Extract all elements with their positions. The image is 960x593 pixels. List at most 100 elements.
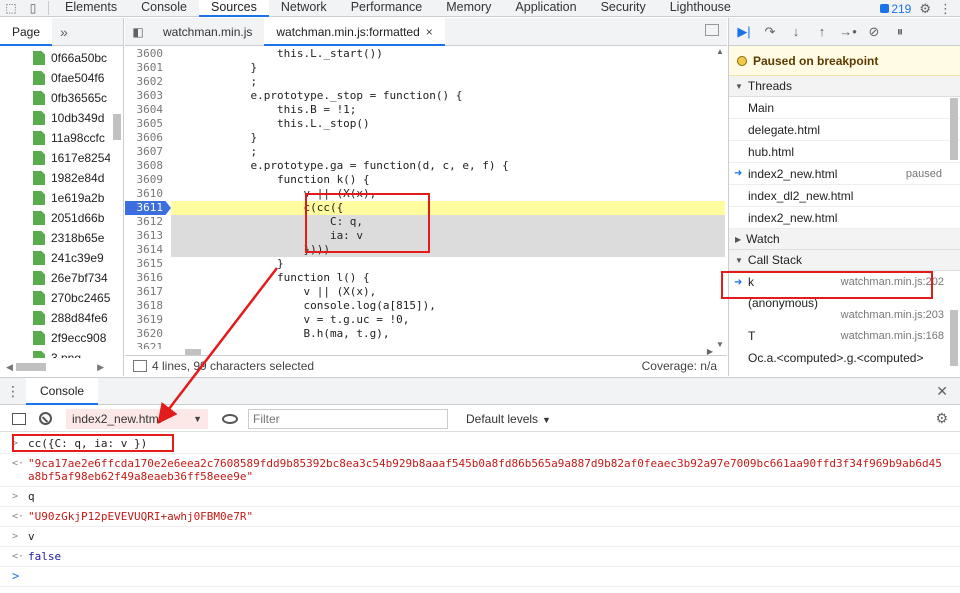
settings-gear-icon[interactable]: ⚙ (919, 1, 931, 17)
tab-page[interactable]: Page (0, 17, 53, 46)
line-number[interactable]: 3608 (125, 159, 171, 173)
code-line[interactable]: 3608 e.prototype.ga = function(d, c, e, … (125, 159, 725, 173)
callstack-frame[interactable]: ➜ k watchman.min.js:202 (729, 271, 960, 293)
code-line[interactable]: 3605 this.L._stop() (125, 117, 725, 131)
code-line[interactable]: 3616 function l() { (125, 271, 725, 285)
file-item[interactable]: 0fae504f6 (0, 68, 110, 88)
file-item[interactable]: 1617e8254 (0, 148, 110, 168)
code-line[interactable]: 3609 function k() { (125, 173, 725, 187)
console-settings-gear-icon[interactable]: ⚙ (935, 410, 948, 427)
thread-item[interactable]: index2_new.html (729, 207, 960, 229)
code-line[interactable]: 3611 c(cc({ (125, 201, 725, 215)
watch-header[interactable]: ▶ Watch (729, 229, 960, 250)
scroll-down-icon[interactable]: ▼ (716, 340, 724, 349)
file-item[interactable]: 11a98ccfc (0, 128, 110, 148)
deactivate-breakpoints-icon[interactable]: ⊘ (865, 23, 883, 41)
scroll-up-icon[interactable]: ▲ (716, 47, 724, 56)
line-number[interactable]: 3621 (125, 341, 171, 349)
code-line[interactable]: 3619 v = t.g.uc = !0, (125, 313, 725, 327)
thread-item[interactable]: delegate.html (729, 119, 960, 141)
code-line[interactable]: 3603 e.prototype._stop = function() { (125, 89, 725, 103)
file-item[interactable]: 2f9ecc908 (0, 328, 110, 348)
code-line[interactable]: 3617 v || (X(x), (125, 285, 725, 299)
hscroll-thumb[interactable] (16, 363, 46, 371)
thread-item[interactable]: hub.html (729, 141, 960, 163)
device-toolbar-icon[interactable]: ▯ (22, 0, 44, 17)
close-drawer-icon[interactable]: ✕ (936, 383, 948, 400)
line-number[interactable]: 3601 (125, 61, 171, 75)
tab-memory[interactable]: Memory (434, 0, 503, 17)
thread-item[interactable]: index_dl2_new.html (729, 185, 960, 207)
step-into-icon[interactable]: ↓ (787, 23, 805, 41)
file-item[interactable]: 1e619a2b (0, 188, 110, 208)
drawer-menu-icon[interactable]: ⋮ (0, 383, 26, 400)
tab-lighthouse[interactable]: Lighthouse (658, 0, 743, 17)
file-item[interactable]: 0fb36565c (0, 88, 110, 108)
issues-badge[interactable]: 219 (880, 2, 911, 16)
file-item[interactable]: 0f66a50bc (0, 48, 110, 68)
pause-on-exceptions-icon[interactable]: ⏸ (891, 23, 909, 41)
line-number[interactable]: 3613 (125, 229, 171, 243)
callstack-frame[interactable]: Twatchman.min.js:168 (729, 325, 960, 347)
file-item[interactable]: 270bc2465 (0, 288, 110, 308)
line-number[interactable]: 3610 (125, 187, 171, 201)
frame-location[interactable]: watchman.min.js:168 (841, 330, 944, 342)
debugger-scrollbar[interactable] (950, 98, 958, 160)
frame-location[interactable]: watchman.min.js:203 (841, 309, 944, 321)
toggle-debugger-icon[interactable] (705, 24, 719, 36)
line-number[interactable]: 3617 (125, 285, 171, 299)
line-number[interactable]: 3620 (125, 327, 171, 341)
code-line[interactable]: 3604 this.B = !1; (125, 103, 725, 117)
line-number[interactable]: 3607 (125, 145, 171, 159)
line-number[interactable]: 3609 (125, 173, 171, 187)
show-sidebar-icon[interactable] (12, 412, 26, 425)
code-line[interactable]: 3601 } (125, 61, 725, 75)
navigator-hscrollbar[interactable]: ◀ ▶ (0, 360, 110, 374)
toggle-navigator-icon[interactable]: ◧ (125, 25, 151, 39)
format-icon[interactable] (133, 360, 147, 372)
callstack-frame[interactable]: Oc.a.<computed>.g.<computed> (729, 347, 960, 369)
line-number[interactable]: 3618 (125, 299, 171, 313)
code-line[interactable]: 3607 ; (125, 145, 725, 159)
code-line[interactable]: 3612 C: q, (125, 215, 725, 229)
code-line[interactable]: 3600 this.L._start()) (125, 47, 725, 61)
scroll-right-icon[interactable]: ▶ (97, 362, 104, 373)
scroll-left-icon[interactable]: ◀ (6, 362, 13, 373)
editor-tab[interactable]: watchman.min.js (151, 18, 264, 46)
step-icon[interactable]: →• (839, 23, 857, 41)
file-item[interactable]: 1982e84d (0, 168, 110, 188)
file-item[interactable]: 241c39e9 (0, 248, 110, 268)
live-expression-eye-icon[interactable] (222, 413, 238, 424)
message-text[interactable] (28, 570, 948, 583)
console-messages[interactable]: > cc({C: q, ia: v }) <· "9ca17ae2e6ffcda170… (0, 434, 960, 593)
navigator-scrollbar[interactable] (113, 114, 121, 140)
line-number[interactable]: 3612 (125, 215, 171, 229)
line-number[interactable]: 3619 (125, 313, 171, 327)
inspect-element-icon[interactable]: ⬚ (0, 0, 22, 17)
line-number[interactable]: 3616 (125, 271, 171, 285)
tab-sources[interactable]: Sources (198, 0, 269, 17)
tab-security[interactable]: Security (589, 0, 658, 17)
tab-application[interactable]: Application (503, 0, 588, 17)
line-number[interactable]: 3602 (125, 75, 171, 89)
step-out-icon[interactable]: ↑ (813, 23, 831, 41)
line-number[interactable]: 3606 (125, 131, 171, 145)
code-line[interactable]: 3606 } (125, 131, 725, 145)
file-item[interactable]: 2318b65e (0, 228, 110, 248)
tab-performance[interactable]: Performance (339, 0, 435, 17)
line-number[interactable]: 3605 (125, 117, 171, 131)
more-tabs-icon[interactable]: » (52, 24, 76, 40)
code-line[interactable]: 3602 ; (125, 75, 725, 89)
breakpoint-line-number[interactable]: 3611 (125, 201, 171, 215)
code-line[interactable]: 3615 } (125, 257, 725, 271)
thread-item[interactable]: ➜ index2_new.html paused (729, 163, 960, 185)
close-tab-icon[interactable]: × (426, 25, 433, 39)
code-vscrollbar[interactable]: ▲ ▼ (714, 47, 727, 349)
filter-input[interactable] (248, 408, 448, 429)
code-line[interactable]: 3614 }))) (125, 243, 725, 257)
code-line[interactable]: 3610 v || (X(x), (125, 187, 725, 201)
code-line[interactable]: 3613 ia: v (125, 229, 725, 243)
tab-elements[interactable]: Elements (53, 0, 129, 17)
file-item[interactable]: 3.png (0, 348, 110, 358)
file-item[interactable]: 26e7bf734 (0, 268, 110, 288)
